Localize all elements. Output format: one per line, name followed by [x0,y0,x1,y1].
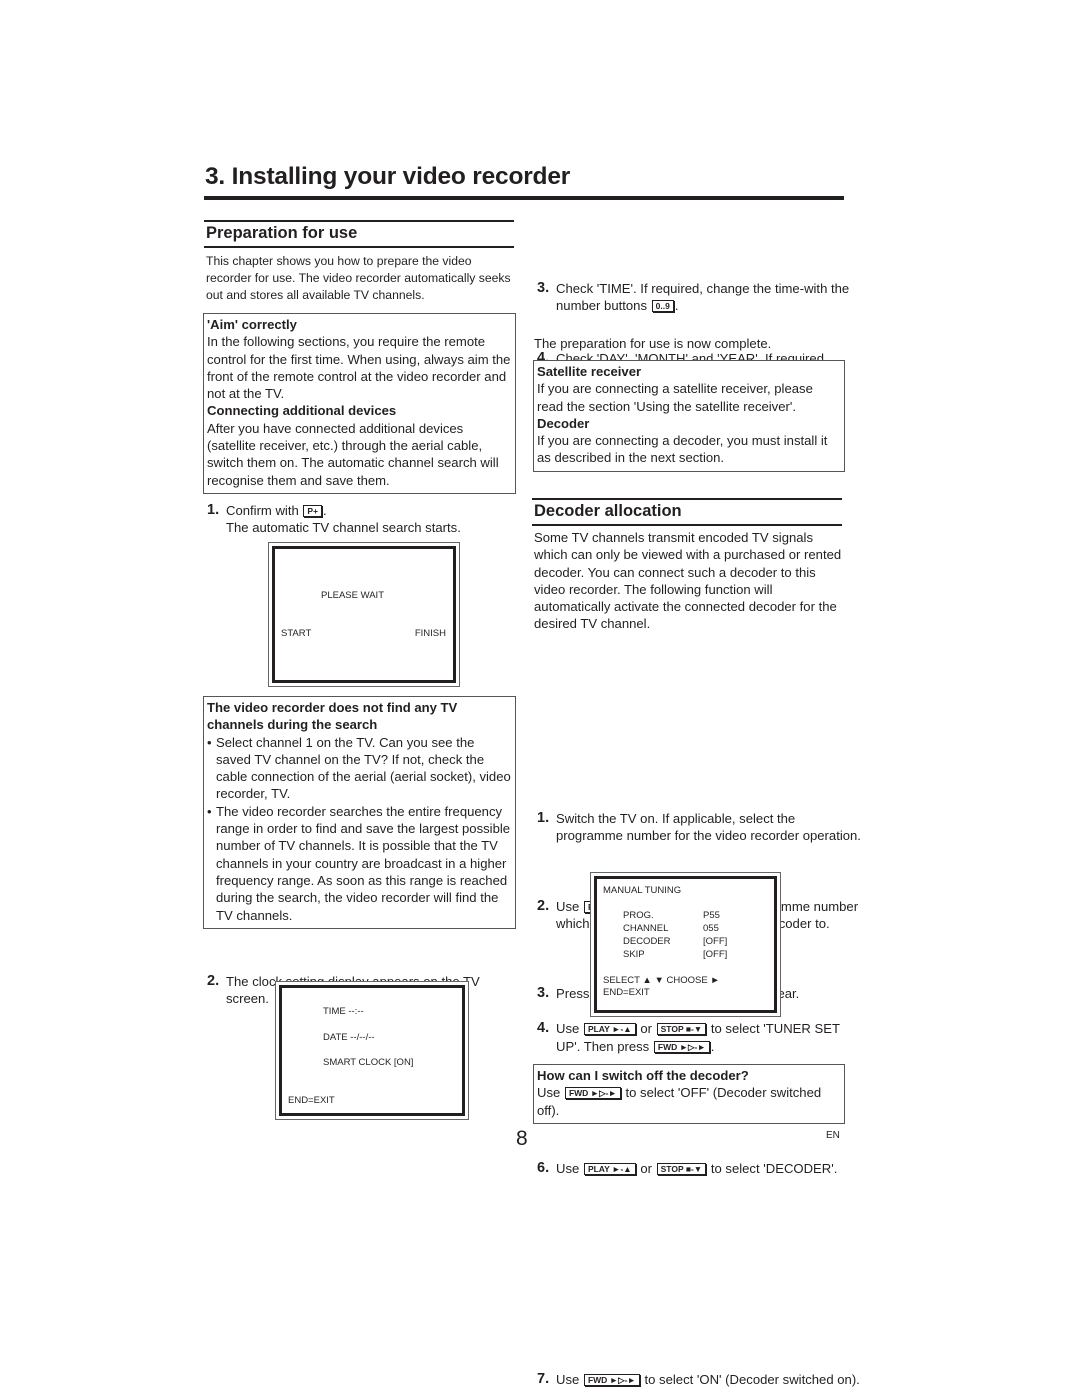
decoder-title: Decoder [537,415,590,431]
satellite-title: Satellite receiver [537,364,642,379]
no-channels-title: The video recorder does not find any TV … [207,700,458,733]
stop-key: STOP ■-▼ [656,1162,707,1175]
no-channels-bullet: • Select channel 1 on the TV. Can you see… [207,734,511,802]
select-choose-hint: SELECT ▲ ▼ CHOOSE ► [603,975,720,986]
smart-clock-field: SMART CLOCK [ON] [323,1057,414,1068]
aim-correctly-box: 'Aim' correctly In the following section… [203,313,516,494]
aim-box-text: In the following sections, you require t… [207,334,511,402]
please-wait-text: PLEASE WAIT [321,590,384,601]
fwd-key: FWD ►▷-► [564,1087,621,1100]
switch-off-text: Use FWD ►▷-► to select 'OFF' (Decoder sw… [537,1085,822,1118]
aim-box-title: 'Aim' correctly [207,317,297,332]
end-exit-label: END=EXIT [288,1095,335,1106]
channel-value: 055 [703,923,719,934]
start-label: START [281,628,312,639]
fwd-key: FWD ►▷-► [653,1040,710,1053]
preparation-complete: The preparation for use is now complete. [534,336,772,351]
satellite-decoder-box: Satellite receiver If you are connecting… [533,360,845,472]
connecting-devices-title: Connecting additional devices [207,403,397,419]
tv-screen-clock: TIME --:-- DATE --/--/-- SMART CLOCK [ON… [275,981,469,1120]
skip-value: [OFF] [703,949,728,960]
switch-off-title: How can I switch off the decoder? [537,1068,749,1083]
decoder-step-4: 4. Use PLAY ►-▲ or STOP ■-▼ to select 'T… [537,1020,840,1054]
end-exit-label: END=EXIT [603,987,650,998]
no-channels-bullet: • The video recorder searches the entire … [207,803,511,923]
decoder-label: DECODER [623,936,671,947]
section-heading-preparation: Preparation for use [204,220,514,248]
language-code: EN [826,1130,840,1141]
connecting-devices-text: After you have connected additional devi… [207,420,499,488]
fwd-key: FWD ►▷-► [583,1373,640,1386]
page-number: 8 [516,1127,528,1150]
decoder-intro: Some TV channels transmit encoded TV sig… [534,530,842,632]
decoder-step-6: 6. Use PLAY ►-▲ or STOP ■-▼ to select 'D… [537,1159,838,1176]
stop-key: STOP ■-▼ [656,1023,707,1036]
date-field: DATE --/--/-- [323,1032,375,1043]
time-field: TIME --:-- [323,1006,364,1017]
skip-label: SKIP [623,949,645,960]
page-title: 3. Installing your video recorder [205,163,571,190]
section-heading-decoder: Decoder allocation [532,498,842,526]
p-plus-key: P+ [303,505,323,517]
finish-label: FINISH [414,628,446,639]
prog-value: P55 [703,910,720,921]
prep-step-3: 3. Check 'TIME'. If required, change the… [537,280,850,314]
prog-label: PROG. [623,910,654,921]
switch-off-decoder-box: How can I switch off the decoder? Use FW… [533,1064,845,1124]
decoder-step-7: 7. Use FWD ►▷-► to select 'ON' (Decoder … [537,1370,860,1387]
manual-tuning-title: MANUAL TUNING [603,885,682,896]
title-rule [204,196,844,200]
preparation-intro: This chapter shows you how to prepare th… [206,254,511,302]
prep-step-1: 1. Confirm with P+. The automatic TV cha… [207,502,461,536]
decoder-step-1: 1. Switch the TV on. If applicable, sele… [537,809,861,844]
no-channels-box: The video recorder does not find any TV … [203,696,516,929]
tv-screen-manual-tuning: MANUAL TUNING PROG. P55 CHANNEL 055 DECO… [590,872,781,1017]
satellite-text: If you are connecting a satellite receiv… [537,381,813,414]
number-keys: 0..9 [651,300,674,313]
channel-label: CHANNEL [623,923,669,934]
decoder-value: [OFF] [703,936,728,947]
decoder-text: If you are connecting a decoder, you mus… [537,433,828,466]
play-key: PLAY ►-▲ [583,1023,636,1036]
play-key: PLAY ►-▲ [583,1162,636,1175]
tv-screen-please-wait: PLEASE WAIT START FINISH [268,542,460,687]
